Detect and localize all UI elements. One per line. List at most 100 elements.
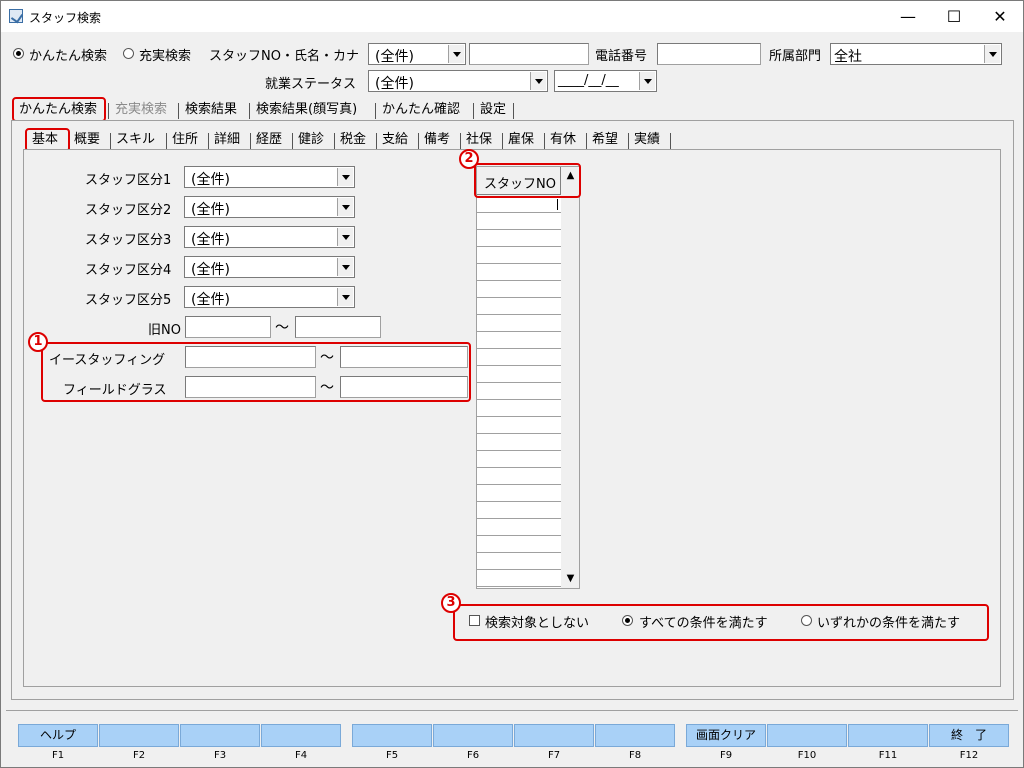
dept-select[interactable]: 全社 bbox=[830, 43, 1002, 65]
grid-row bbox=[477, 280, 561, 281]
subtab-payment[interactable]: 支給 bbox=[379, 130, 411, 150]
f4-button[interactable] bbox=[261, 724, 341, 747]
grid-row bbox=[477, 263, 561, 264]
subtab-employment-insurance[interactable]: 雇保 bbox=[505, 130, 537, 150]
subtab-tax[interactable]: 税金 bbox=[337, 130, 369, 150]
subtab-detail[interactable]: 詳細 bbox=[211, 130, 243, 150]
subtab-skill[interactable]: スキル bbox=[113, 130, 158, 150]
title-bar: スタッフ検索 — ☐ ✕ bbox=[1, 1, 1023, 32]
grid-row bbox=[477, 365, 561, 366]
f12-exit-button[interactable]: 終 了 bbox=[929, 724, 1009, 747]
exclude-checkbox[interactable] bbox=[469, 615, 480, 626]
phone-label: 電話番号 bbox=[595, 49, 648, 64]
tab-full-search[interactable]: 充実検索 bbox=[112, 100, 170, 120]
kubun5-select[interactable]: (全件) bbox=[184, 286, 355, 308]
grid-row bbox=[477, 246, 561, 247]
grid-row bbox=[477, 467, 561, 468]
grid-row bbox=[477, 382, 561, 383]
grid-row bbox=[477, 484, 561, 485]
tab-divider bbox=[166, 133, 167, 149]
annotation-box-1 bbox=[41, 342, 471, 402]
tab-divider bbox=[375, 103, 376, 119]
kubun2-select[interactable]: (全件) bbox=[184, 196, 355, 218]
minimize-button[interactable]: — bbox=[885, 1, 931, 32]
tab-divider bbox=[334, 133, 335, 149]
grid-body bbox=[477, 196, 561, 588]
subtab-paid-leave[interactable]: 有休 bbox=[547, 130, 579, 150]
subtab-overview[interactable]: 概要 bbox=[71, 130, 103, 150]
annotation-box-simple-tab bbox=[12, 97, 106, 122]
tab-divider bbox=[376, 133, 377, 149]
f6-key-label: F6 bbox=[466, 750, 480, 761]
f12-key-label: F12 bbox=[959, 750, 979, 761]
f10-key-label: F10 bbox=[797, 750, 817, 761]
subtab-history[interactable]: 経歴 bbox=[253, 130, 285, 150]
chevron-down-icon bbox=[639, 72, 655, 90]
old-no-to-input[interactable] bbox=[295, 316, 381, 338]
mode-simple-radio[interactable] bbox=[13, 48, 24, 59]
f2-button[interactable] bbox=[99, 724, 179, 747]
tab-settings[interactable]: 設定 bbox=[477, 100, 509, 120]
grid-row bbox=[477, 569, 561, 570]
staff-no-grid[interactable]: スタッフNO ▲ ▼ bbox=[476, 166, 580, 589]
subtab-notes[interactable]: 備考 bbox=[421, 130, 453, 150]
grid-row bbox=[477, 416, 561, 417]
subtab-wishes[interactable]: 希望 bbox=[589, 130, 621, 150]
f6-button[interactable] bbox=[433, 724, 513, 747]
chevron-down-icon bbox=[530, 72, 546, 90]
tab-results-photo[interactable]: 検索結果(顔写真) bbox=[253, 100, 360, 120]
tab-divider bbox=[108, 103, 109, 119]
subtab-record[interactable]: 実績 bbox=[631, 130, 663, 150]
maximize-button[interactable]: ☐ bbox=[931, 1, 977, 32]
subtab-social-insurance[interactable]: 社保 bbox=[463, 130, 495, 150]
f1-key-label: F1 bbox=[51, 750, 65, 761]
f8-button[interactable] bbox=[595, 724, 675, 747]
tab-divider bbox=[513, 103, 514, 119]
staff-search-label: スタッフNO・氏名・カナ bbox=[209, 49, 359, 64]
grid-row bbox=[477, 433, 561, 434]
match-any-radio[interactable] bbox=[801, 615, 812, 626]
grid-row bbox=[477, 331, 561, 332]
grid-row bbox=[477, 229, 561, 230]
scroll-down-icon[interactable]: ▼ bbox=[562, 570, 579, 587]
match-any-label: いずれかの条件を満たす bbox=[817, 616, 961, 631]
kubun3-select[interactable]: (全件) bbox=[184, 226, 355, 248]
subtab-health[interactable]: 健診 bbox=[295, 130, 327, 150]
f11-button[interactable] bbox=[848, 724, 928, 747]
status-select[interactable]: (全件) bbox=[368, 70, 548, 92]
mode-full-radio[interactable] bbox=[123, 48, 134, 59]
range-tilde: 〜 bbox=[275, 320, 289, 336]
annotation-badge-2: 2 bbox=[459, 149, 479, 169]
kubun4-label: スタッフ区分4 bbox=[85, 263, 172, 278]
phone-input[interactable] bbox=[657, 43, 761, 65]
f3-button[interactable] bbox=[180, 724, 260, 747]
grid-row bbox=[477, 399, 561, 400]
kubun2-label: スタッフ区分2 bbox=[85, 203, 172, 218]
f9-clear-button[interactable]: 画面クリア bbox=[686, 724, 766, 747]
tab-divider bbox=[628, 133, 629, 149]
match-all-radio[interactable] bbox=[622, 615, 633, 626]
f10-button[interactable] bbox=[767, 724, 847, 747]
grid-scrollbar[interactable]: ▲ ▼ bbox=[562, 167, 579, 588]
tab-simple-confirm[interactable]: かんたん確認 bbox=[379, 100, 463, 120]
tab-results[interactable]: 検索結果 bbox=[182, 100, 240, 120]
tab-divider bbox=[292, 133, 293, 149]
tab-divider bbox=[502, 133, 503, 149]
old-no-from-input[interactable] bbox=[185, 316, 271, 338]
grid-row bbox=[477, 212, 561, 213]
f11-key-label: F11 bbox=[878, 750, 898, 761]
kubun4-select[interactable]: (全件) bbox=[184, 256, 355, 278]
kubun1-select[interactable]: (全件) bbox=[184, 166, 355, 188]
grid-row bbox=[477, 586, 561, 587]
f7-button[interactable] bbox=[514, 724, 594, 747]
f5-button[interactable] bbox=[352, 724, 432, 747]
staff-search-type-select[interactable]: (全件) bbox=[368, 43, 466, 65]
old-no-label: 旧NO bbox=[148, 323, 181, 338]
f1-help-button[interactable]: ヘルプ bbox=[18, 724, 98, 747]
chevron-down-icon bbox=[337, 288, 353, 306]
kubun5-label: スタッフ区分5 bbox=[85, 293, 172, 308]
subtab-address[interactable]: 住所 bbox=[169, 130, 201, 150]
date-picker[interactable]: ____/__/__ bbox=[554, 70, 657, 92]
close-button[interactable]: ✕ bbox=[977, 1, 1023, 32]
staff-search-input[interactable] bbox=[469, 43, 589, 65]
